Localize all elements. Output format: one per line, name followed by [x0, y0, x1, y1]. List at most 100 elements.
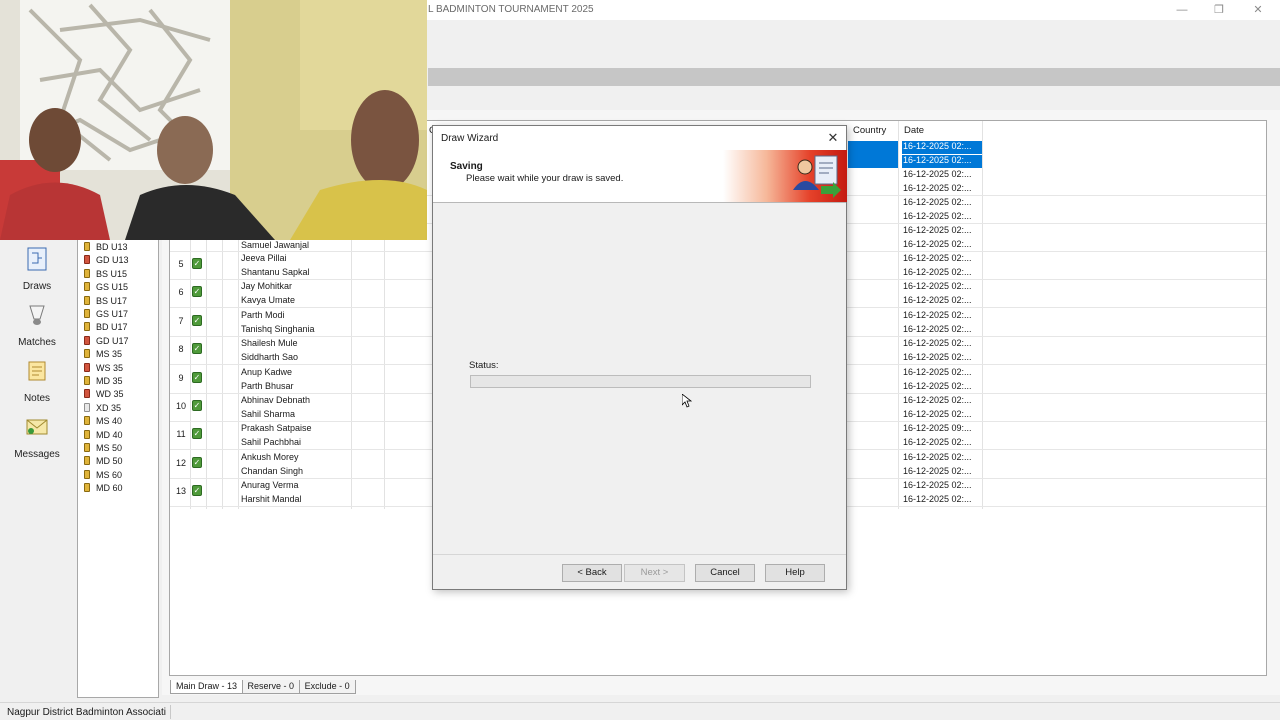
- mouse-cursor-icon: [682, 394, 692, 408]
- event-icon: [84, 483, 90, 493]
- nav-label: Messages: [14, 449, 60, 460]
- event-item[interactable]: BD U13: [84, 242, 128, 255]
- event-item[interactable]: MS 60: [84, 469, 122, 483]
- status-check-icon: ✓: [192, 343, 202, 355]
- event-icon: [84, 456, 90, 466]
- event-label: BS U15: [96, 268, 128, 279]
- minimize-button[interactable]: —: [1174, 2, 1190, 18]
- event-item[interactable]: MD 50: [84, 456, 123, 469]
- save-progress-bar: [470, 375, 811, 388]
- help-button[interactable]: Help: [765, 564, 825, 582]
- event-label: BD U13: [96, 242, 128, 252]
- event-item[interactable]: MS 35: [84, 349, 122, 362]
- wizard-banner-icon: [723, 150, 847, 202]
- webcam-video-frame: [0, 0, 427, 240]
- event-icon: [84, 402, 90, 412]
- next-button[interactable]: Next >: [624, 564, 685, 582]
- draw-position: 7: [178, 315, 184, 326]
- draw-position: 10: [175, 401, 186, 411]
- event-icon: [84, 255, 90, 265]
- event-item[interactable]: MS 50: [84, 443, 122, 456]
- player-name: Tanishq Singhania: [241, 323, 315, 334]
- event-icon: [84, 429, 90, 439]
- status-check-icon: ✓: [192, 314, 202, 326]
- event-item[interactable]: WS 35: [84, 362, 124, 376]
- draw-position: 12: [175, 457, 186, 468]
- event-label: BS U17: [96, 295, 128, 306]
- event-item[interactable]: WD 35: [84, 389, 124, 402]
- dialog-close-button[interactable]: ✕: [825, 130, 841, 146]
- cancel-button[interactable]: Cancel: [695, 564, 755, 582]
- event-item[interactable]: XD 35: [84, 402, 121, 416]
- player-name: Sahil Pachbhai: [241, 437, 302, 448]
- dialog-footer-divider: [433, 554, 846, 555]
- date-cell: 16-12-2025 02:...: [903, 380, 972, 391]
- event-item[interactable]: MS 40: [84, 416, 122, 429]
- event-label: WS 35: [96, 362, 124, 373]
- date-cell: 16-12-2025 02:...: [903, 239, 972, 249]
- column-header-date[interactable]: Date: [904, 125, 924, 136]
- nav-draws[interactable]: Draws: [4, 247, 70, 299]
- date-cell: 16-12-2025 02:...: [903, 465, 972, 476]
- date-cell: 16-12-2025 02:...: [903, 253, 972, 263]
- date-cell: 16-12-2025 02:...: [903, 323, 972, 334]
- maximize-button[interactable]: ❐: [1211, 2, 1227, 18]
- date-cell: 16-12-2025 02:...: [903, 352, 972, 363]
- event-item[interactable]: GD U17: [84, 335, 129, 349]
- player-name: Harshit Mandal: [241, 494, 302, 505]
- dialog-header: Saving Please wait while your draw is sa…: [433, 150, 847, 203]
- player-name: Anurag Verma: [241, 480, 299, 491]
- date-cell: 16-12-2025 02:...: [903, 197, 972, 207]
- event-label: MS 35: [96, 349, 123, 360]
- event-item[interactable]: BS U17: [84, 295, 128, 309]
- date-cell: 16-12-2025 02:...: [903, 409, 972, 419]
- event-icon: [84, 335, 90, 345]
- date-cell: 16-12-2025 02:...: [903, 225, 972, 235]
- event-label: GD U17: [96, 335, 129, 346]
- close-window-button[interactable]: ✕: [1250, 2, 1266, 18]
- event-item[interactable]: BD U17: [84, 322, 128, 335]
- draw-wizard-dialog: Draw Wizard ✕ Saving Please wait while y…: [432, 125, 847, 590]
- event-icon: [84, 322, 90, 332]
- event-list[interactable]: BD U13 GD U13 BS U15 GS U15 BS U17 GS U17 BD U…: [77, 240, 159, 698]
- event-item[interactable]: GD U13: [84, 255, 129, 268]
- event-label: MD 35: [96, 376, 123, 386]
- player-name: Anup Kadwe: [241, 366, 293, 377]
- date-cell: 16-12-2025 02:...: [903, 281, 972, 292]
- date-cell: 16-12-2025 02:...: [903, 309, 972, 320]
- draw-tabs: Main Draw - 13 Reserve - 0 Exclude - 0: [170, 680, 356, 694]
- event-icon: [84, 376, 90, 385]
- nav-notes[interactable]: Notes: [4, 359, 70, 411]
- tab-reserve[interactable]: Reserve - 0: [241, 680, 301, 694]
- event-icon: [84, 469, 90, 479]
- event-icon: [84, 309, 90, 318]
- event-icon: [84, 389, 90, 399]
- draws-icon: [27, 247, 47, 271]
- date-cell: 16-12-2025 02:...: [903, 169, 972, 179]
- event-item[interactable]: GS U17: [84, 309, 128, 322]
- player-name: Parth Modi: [241, 309, 285, 320]
- player-name: Sahil Sharma: [241, 409, 296, 419]
- event-item[interactable]: MD 60: [84, 483, 123, 496]
- event-icon: [84, 295, 90, 305]
- nav-matches[interactable]: Matches: [4, 303, 70, 355]
- tab-exclude[interactable]: Exclude - 0: [298, 680, 356, 694]
- back-button[interactable]: < Back: [562, 564, 622, 582]
- status-check-icon: ✓: [192, 286, 202, 298]
- date-cell: 16-12-2025 02:...: [903, 183, 972, 193]
- draw-position: 5: [178, 259, 184, 269]
- player-name: Shantanu Sapkal: [241, 267, 310, 277]
- dialog-heading: Saving: [450, 161, 483, 172]
- dialog-subheading: Please wait while your draw is saved.: [466, 173, 624, 184]
- player-name: Parth Bhusar: [241, 380, 294, 391]
- event-item[interactable]: GS U15: [84, 282, 128, 295]
- event-item[interactable]: BS U15: [84, 268, 128, 282]
- column-header-country[interactable]: Country: [853, 125, 886, 136]
- event-icon: [84, 443, 90, 452]
- tab-main-draw[interactable]: Main Draw - 13: [170, 680, 244, 694]
- nav-label: Notes: [23, 393, 51, 404]
- nav-messages[interactable]: Messages: [4, 415, 70, 467]
- event-label: GS U15: [96, 282, 129, 293]
- event-item[interactable]: MD 35: [84, 376, 123, 389]
- event-item[interactable]: MD 40: [84, 429, 123, 443]
